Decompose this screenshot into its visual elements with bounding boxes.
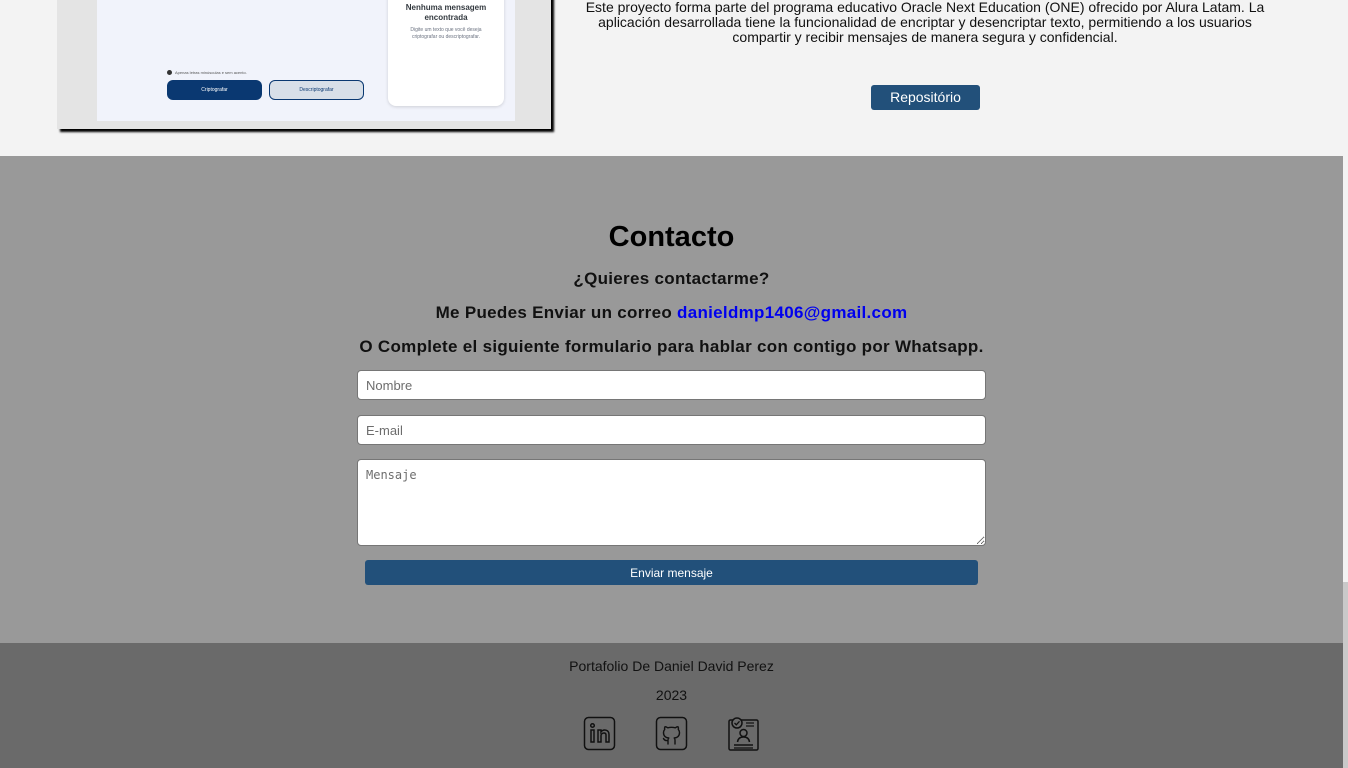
footer-author: Portafolio De Daniel David Perez bbox=[569, 658, 774, 674]
linkedin-icon[interactable] bbox=[583, 716, 616, 751]
contact-mail-line: Me Puedes Enviar un correo danieldmp1406… bbox=[0, 303, 1343, 323]
mockup-card-text: Digite um texto que você deseja criptogr… bbox=[410, 27, 482, 40]
scrollbar-thumb[interactable] bbox=[1343, 582, 1348, 768]
footer-year: 2023 bbox=[655, 687, 688, 703]
mockup-hint: Apenas letras minúsculas e sem acento. bbox=[167, 70, 247, 75]
project-description: Este proyecto forma parte del programa e… bbox=[585, 0, 1265, 45]
project-screenshot: Apenas letras minúsculas e sem acento. C… bbox=[57, 0, 551, 129]
mockup-card-title: Nenhuma mensagem encontrada bbox=[405, 3, 487, 22]
contact-question: ¿Quieres contactarme? bbox=[573, 269, 770, 288]
project-section: Apenas letras minúsculas e sem acento. C… bbox=[0, 0, 1343, 156]
github-icon[interactable] bbox=[655, 716, 688, 751]
scrollbar[interactable] bbox=[1343, 0, 1348, 768]
mockup-hint-text: Apenas letras minúsculas e sem acento. bbox=[175, 70, 247, 75]
contact-section: Contacto ¿Quieres contactarme? Me Puedes… bbox=[0, 156, 1343, 643]
repository-button[interactable]: Repositório bbox=[871, 85, 980, 110]
contact-title: Contacto bbox=[608, 221, 735, 253]
email-link[interactable]: danieldmp1406@gmail.com bbox=[677, 303, 907, 322]
contact-form-text: O Complete el siguiente formulario para … bbox=[359, 337, 984, 356]
footer: Portafolio De Daniel David Perez 2023 bbox=[0, 643, 1343, 768]
mockup-decrypt-button: Descriptografar bbox=[269, 80, 364, 100]
name-input[interactable] bbox=[357, 370, 986, 400]
curriculum-icon[interactable] bbox=[727, 716, 760, 751]
message-textarea[interactable] bbox=[357, 459, 986, 546]
contact-mail-prefix: Me Puedes Enviar un correo bbox=[435, 303, 678, 322]
mockup-encrypt-button: Criptografar bbox=[167, 80, 262, 100]
send-message-button[interactable]: Enviar mensaje bbox=[365, 560, 978, 585]
email-input[interactable] bbox=[357, 415, 986, 445]
mockup-result-card: Nenhuma mensagem encontrada Digite um te… bbox=[388, 0, 504, 106]
project-screenshot-screen: Apenas letras minúsculas e sem acento. C… bbox=[97, 0, 515, 121]
info-icon bbox=[167, 70, 172, 75]
